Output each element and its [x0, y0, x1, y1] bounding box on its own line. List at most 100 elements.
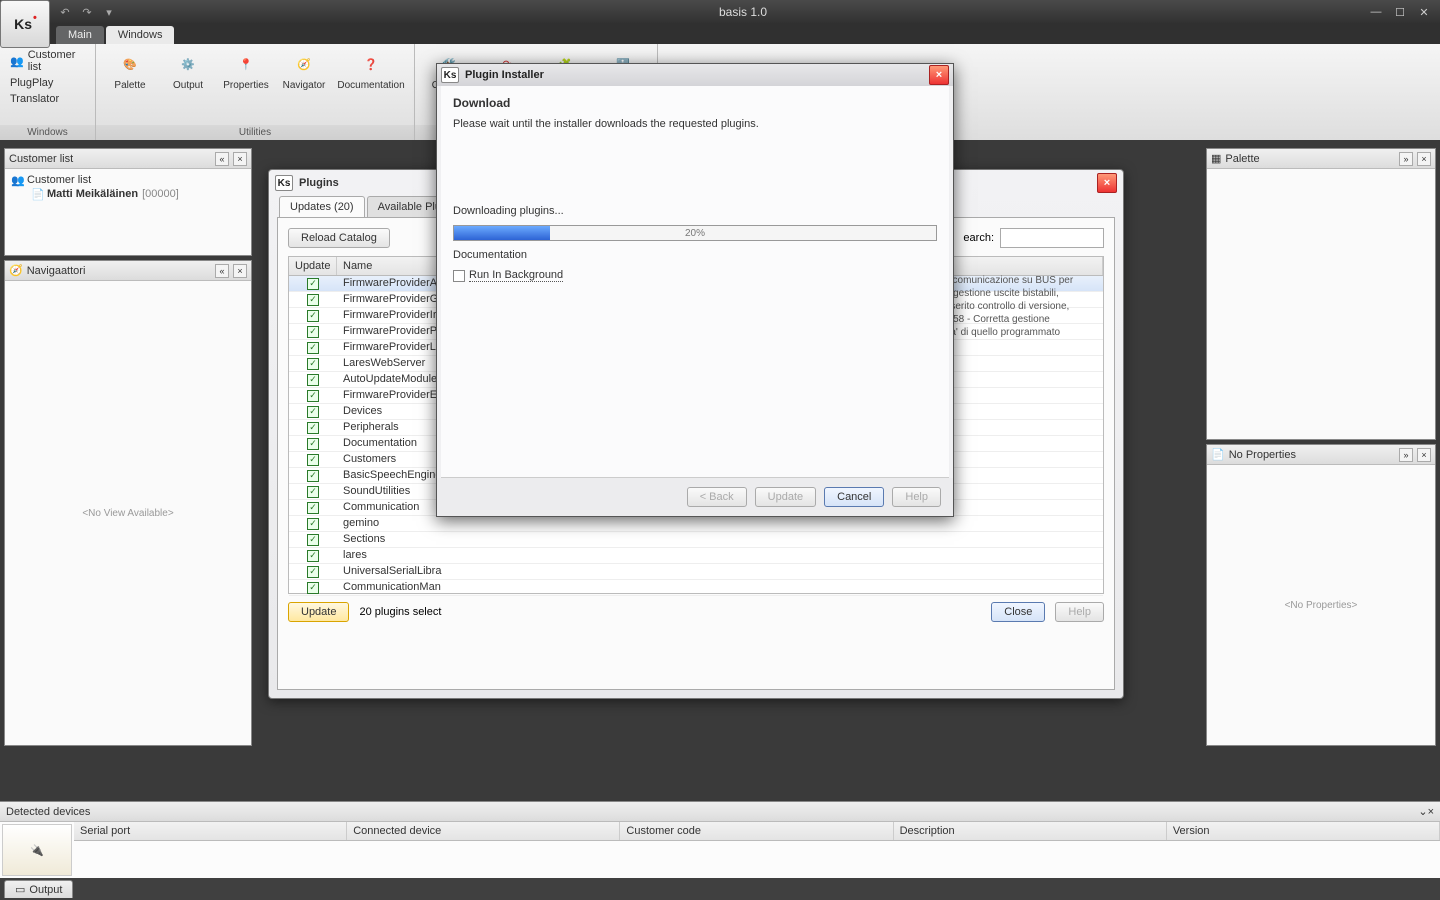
btn-palette[interactable]: 🎨Palette — [104, 48, 156, 93]
label: Properties — [223, 80, 269, 91]
checkbox-icon[interactable]: ✓ — [307, 582, 319, 594]
pin-icon: 📍 — [232, 50, 260, 78]
tree-root[interactable]: 👥 Customer list — [9, 173, 247, 187]
btn-translator[interactable]: Translator — [6, 92, 63, 106]
checkbox-icon[interactable]: ✓ — [307, 550, 319, 562]
users-icon: 👥 — [10, 54, 24, 68]
run-in-background-checkbox[interactable]: Run In Background — [453, 269, 937, 282]
close-button[interactable]: × — [1097, 173, 1117, 193]
collapse-button[interactable]: « — [215, 264, 229, 278]
search-label: earch: — [963, 232, 994, 244]
checkbox-icon[interactable]: ✓ — [307, 406, 319, 418]
app-menu-button[interactable]: Ks• — [0, 0, 50, 48]
checkbox-icon[interactable]: ✓ — [307, 438, 319, 450]
label: Palette — [114, 80, 145, 91]
checkbox-icon[interactable]: ✓ — [307, 342, 319, 354]
close-button[interactable]: Close — [991, 602, 1045, 622]
update-button[interactable]: Update — [288, 602, 349, 622]
collapse-button[interactable]: ⌄ — [1418, 805, 1427, 818]
table-row[interactable]: ✓ UniversalSerialLibra — [289, 564, 1103, 580]
close-panel-button[interactable]: × — [1428, 806, 1434, 818]
tab-updates[interactable]: Updates (20) — [279, 196, 365, 217]
panel-palette: ▦ Palette » × — [1206, 148, 1436, 440]
close-button[interactable]: ✕ — [1416, 4, 1432, 20]
checkbox-icon[interactable]: ✓ — [307, 502, 319, 514]
output-tab[interactable]: ▭ Output — [4, 880, 73, 898]
undo-button[interactable]: ↶ — [56, 3, 74, 21]
progress-percent: 20% — [454, 226, 936, 240]
page-icon: 📄 — [31, 188, 43, 200]
checkbox-icon[interactable]: ✓ — [307, 454, 319, 466]
checkbox-icon[interactable]: ✓ — [307, 310, 319, 322]
close-panel-button[interactable]: × — [233, 264, 247, 278]
close-panel-button[interactable]: × — [233, 152, 247, 166]
close-button[interactable]: × — [929, 65, 949, 85]
checkbox-icon[interactable]: ✓ — [307, 326, 319, 338]
label: PlugPlay — [10, 77, 53, 89]
col-serial[interactable]: Serial port — [74, 822, 347, 840]
col-desc[interactable]: Description — [894, 822, 1167, 840]
btn-documentation[interactable]: ❓Documentation — [336, 48, 406, 93]
search-input[interactable] — [1000, 228, 1104, 248]
plugin-name: Sections — [337, 532, 1103, 547]
col-update[interactable]: Update — [289, 257, 337, 275]
update-button[interactable]: Update — [755, 487, 816, 507]
panel-title: Detected devices — [6, 806, 90, 818]
btn-navigator[interactable]: 🧭 Navigator — [278, 48, 330, 93]
qat-dropdown-icon[interactable]: ▾ — [100, 3, 118, 21]
help-button[interactable]: Help — [892, 487, 941, 507]
help-button[interactable]: Help — [1055, 602, 1104, 622]
checkbox-icon[interactable]: ✓ — [307, 422, 319, 434]
btn-properties[interactable]: 📍 Properties — [220, 48, 272, 93]
compass-icon: 🧭 — [290, 50, 318, 78]
description-text: di comunicazione su BUS perta gestione u… — [942, 274, 1102, 339]
detected-devices-panel: Detected devices ⌄ × 🔌 Serial port Conne… — [0, 801, 1440, 878]
col-device[interactable]: Connected device — [347, 822, 620, 840]
table-row[interactable]: ✓CommunicationMan — [289, 580, 1103, 596]
device-icon[interactable]: 🔌 — [2, 824, 72, 876]
plugin-name: UniversalSerialLibra — [337, 564, 1103, 579]
progress-bar: 20% — [453, 225, 937, 241]
collapse-button[interactable]: « — [215, 152, 229, 166]
label: Navigator — [283, 80, 326, 91]
btn-customer-list[interactable]: 👥Customer list — [6, 48, 89, 74]
col-version[interactable]: Version — [1167, 822, 1440, 840]
redo-button[interactable]: ↷ — [78, 3, 96, 21]
table-row[interactable]: ✓gemino — [289, 516, 1103, 532]
checkbox-icon[interactable]: ✓ — [307, 358, 319, 370]
checkbox-icon[interactable]: ✓ — [307, 566, 319, 578]
btn-output[interactable]: ⚙️Output — [162, 48, 214, 93]
minimize-button[interactable]: — — [1368, 4, 1384, 20]
checkbox-icon[interactable]: ✓ — [307, 518, 319, 530]
tree-item[interactable]: 📄 Matti Meikäläinen [00000] — [9, 187, 247, 201]
btn-plugplay[interactable]: PlugPlay — [6, 76, 57, 90]
col-code[interactable]: Customer code — [620, 822, 893, 840]
terminal-icon: ▭ — [15, 883, 25, 896]
close-panel-button[interactable]: × — [1417, 152, 1431, 166]
panel-title: Customer list — [9, 153, 211, 165]
checkbox-icon[interactable]: ✓ — [307, 374, 319, 386]
checkbox-icon[interactable]: ✓ — [307, 486, 319, 498]
ribbon-tab-windows[interactable]: Windows — [106, 26, 175, 44]
panel-customer-list: Customer list « × 👥 Customer list 📄 Matt… — [4, 148, 252, 256]
checkbox-icon[interactable]: ✓ — [307, 294, 319, 306]
cancel-button[interactable]: Cancel — [824, 487, 884, 507]
collapse-button[interactable]: » — [1399, 152, 1413, 166]
back-button[interactable]: < Back — [687, 487, 747, 507]
section-label: Documentation — [453, 249, 937, 261]
collapse-button[interactable]: » — [1399, 448, 1413, 462]
subheading: Please wait until the installer download… — [453, 118, 937, 130]
ribbon-tab-main[interactable]: Main — [56, 26, 104, 44]
checkbox-icon[interactable]: ✓ — [307, 390, 319, 402]
checkbox-icon[interactable]: ✓ — [307, 470, 319, 482]
reload-catalog-button[interactable]: Reload Catalog — [288, 228, 390, 248]
window-title: Plugins — [299, 177, 339, 189]
close-panel-button[interactable]: × — [1417, 448, 1431, 462]
table-row[interactable]: ✓ Sections — [289, 532, 1103, 548]
checkbox-icon[interactable]: ✓ — [307, 278, 319, 290]
status-text: Downloading plugins... — [453, 205, 937, 217]
label: Translator — [10, 93, 59, 105]
table-row[interactable]: ✓lares — [289, 548, 1103, 564]
maximize-button[interactable]: ☐ — [1392, 4, 1408, 20]
checkbox-icon[interactable]: ✓ — [307, 534, 319, 546]
